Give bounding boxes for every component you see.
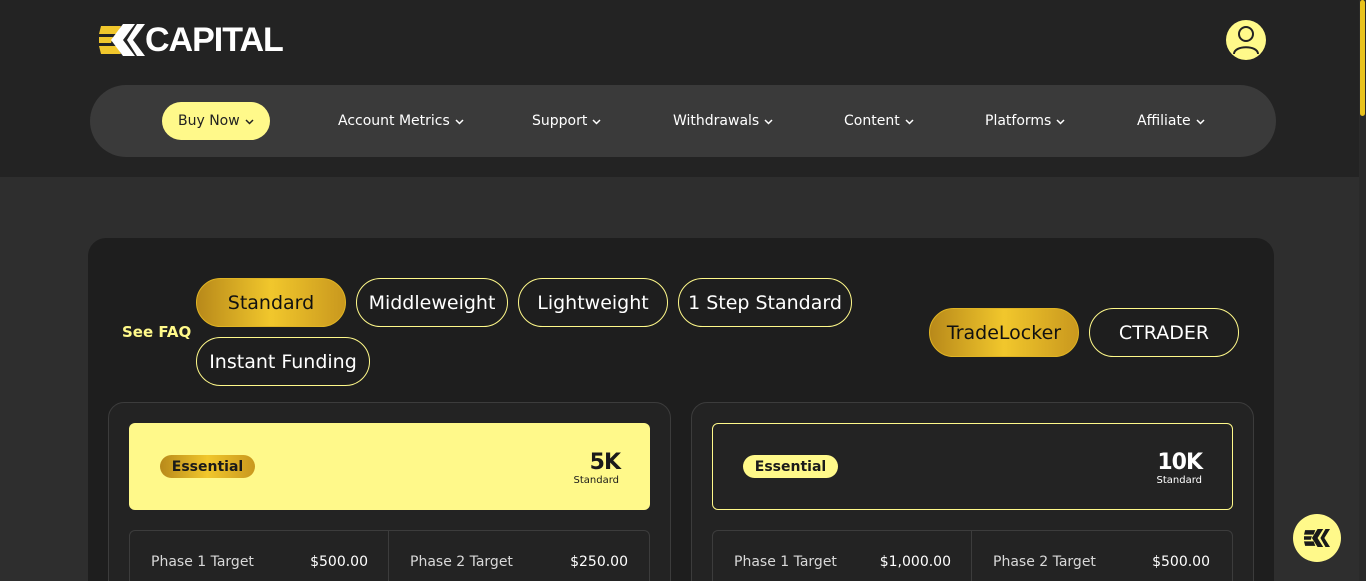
nav-label: Withdrawals [673,113,760,129]
nav-platforms[interactable]: Platforms [985,102,1065,140]
scrollbar-thumb[interactable] [1360,0,1365,116]
nav-affiliate[interactable]: Affiliate [1137,102,1205,140]
nav-label: Affiliate [1137,113,1191,129]
brand-logo[interactable]: CAPITAL [99,21,284,59]
tier-badge: Essential [160,455,255,478]
account-size-label: Standard [1156,475,1203,486]
nav-support[interactable]: Support [532,102,601,140]
metric-value: $1,000.00 [879,554,951,570]
nav-label: Account Metrics [338,113,450,129]
platform-tab-tradelocker[interactable]: TradeLocker [929,308,1079,357]
chevron-down-icon [905,113,914,129]
nav-account-metrics[interactable]: Account Metrics [338,102,464,140]
chat-launcher-button[interactable] [1293,514,1341,562]
account-size: 10K [1157,450,1203,475]
program-tab-instant-funding[interactable]: Instant Funding [196,337,370,386]
chevron-down-icon [1056,113,1065,129]
see-faq-link[interactable]: See FAQ [122,323,191,341]
account-size-label: Standard [573,475,620,486]
metric-value: $250.00 [570,554,628,570]
metric-label: Phase 2 Target [993,554,1096,570]
user-icon [1233,26,1259,55]
metric-label: Phase 2 Target [410,554,513,570]
account-size: 5K [589,450,621,475]
nav-label: Platforms [985,113,1052,129]
nav-buy-now[interactable]: Buy Now [162,102,270,140]
tier-badge: Essential [743,455,838,478]
program-tab-standard[interactable]: Standard [196,278,346,327]
nav-content[interactable]: Content [844,102,914,140]
metric-value: $500.00 [310,554,368,570]
ek-logo-icon [99,24,145,56]
user-avatar[interactable] [1226,20,1266,60]
chevron-down-icon [592,113,601,129]
program-tab-1-step-standard[interactable]: 1 Step Standard [678,278,852,327]
chevron-down-icon [245,113,254,129]
nav-label: Support [532,113,588,129]
nav-label: Buy Now [178,113,240,129]
chevron-down-icon [764,113,773,129]
ek-logo-icon [1304,528,1330,548]
brand-name: CAPITAL [145,21,284,59]
metric-label: Phase 1 Target [734,554,837,570]
metric-label: Phase 1 Target [151,554,254,570]
metric-value: $500.00 [1152,554,1210,570]
nav-label: Content [844,113,900,129]
program-tab-middleweight[interactable]: Middleweight [356,278,508,327]
nav-withdrawals[interactable]: Withdrawals [673,102,773,140]
chevron-down-icon [1196,113,1205,129]
program-tab-lightweight[interactable]: Lightweight [518,278,668,327]
chevron-down-icon [455,113,464,129]
platform-tab-ctrader[interactable]: CTRADER [1089,308,1239,357]
